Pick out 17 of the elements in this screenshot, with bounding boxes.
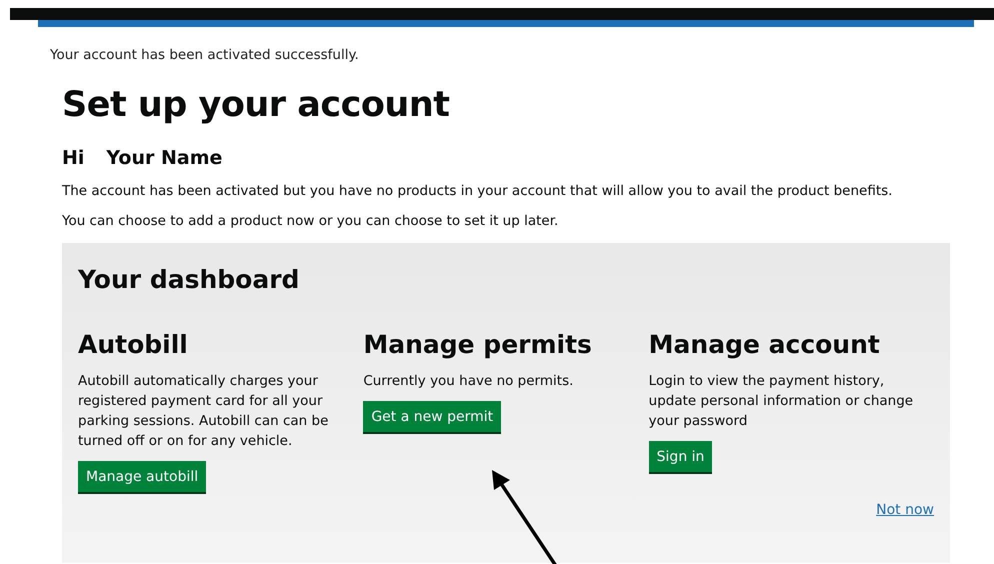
- success-message: Your account has been activated successfully.: [50, 47, 360, 63]
- action-button[interactable]: Get a new permit: [363, 401, 502, 432]
- section-heading: Manage account: [648, 330, 881, 359]
- not-now-link[interactable]: Not now: [876, 502, 934, 518]
- action-button[interactable]: Sign in: [648, 441, 712, 472]
- body-text: You can choose to add a product now or you can choose to set it up later.: [62, 212, 560, 231]
- section-text: Login to view the payment history, update personal information or change your password: [648, 372, 914, 431]
- section-text: Currently you have no permits.: [363, 372, 574, 391]
- section-heading: Autobill: [78, 330, 189, 359]
- dashboard-title: Your dashboard: [78, 265, 300, 294]
- greeting-text: Hi: [62, 147, 84, 169]
- section-text: Autobill automatically charges your registered payment card for all your parking sessions. Autobill can can be turned off or on for any vehicle.: [78, 372, 330, 451]
- body-text: The account has been activated but you have no products in your account that will allow you to avail the product benefits.: [62, 182, 894, 201]
- user-name: Your Name: [106, 147, 222, 169]
- section-heading: Manage permits: [363, 330, 593, 359]
- page-title: Set up your account: [62, 85, 450, 125]
- action-button[interactable]: Manage autobill: [78, 461, 206, 492]
